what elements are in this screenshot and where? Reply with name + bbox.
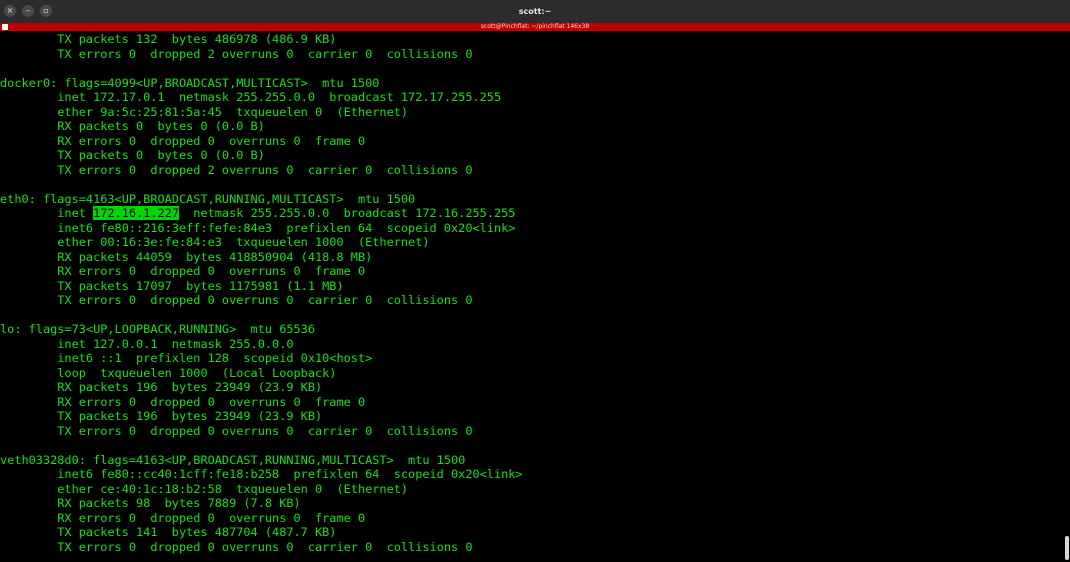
terminal-line: TX errors 0 dropped 2 overruns 0 carrier…: [0, 162, 473, 177]
terminal-line: RX packets 0 bytes 0 (0.0 B): [0, 119, 265, 133]
terminal-line: TX errors 0 dropped 0 overruns 0 carrier…: [0, 423, 473, 438]
terminal-line: loop txqueuelen 1000 (Local Loopback): [0, 365, 337, 380]
terminal-line: inet6 fe80::216:3eff:fefe:84e3 prefixlen…: [0, 220, 516, 235]
title-bar[interactable]: × – ▫ scott:~: [0, 0, 1070, 23]
terminal-line: RX errors 0 dropped 0 overruns 0 frame 0: [0, 510, 366, 525]
terminal-line: lo: flags=73<UP,LOOPBACK,RUNNING> mtu 65…: [0, 322, 315, 336]
terminal-line: TX errors 0 dropped 0 overruns 0 carrier…: [0, 293, 473, 307]
tab-title: scott@Pinchflat: ~/pinchflat 146x38: [480, 23, 590, 30]
terminal-line: RX errors 0 dropped 0 overruns 0 frame 0: [0, 133, 366, 148]
terminal-line: TX packets 0 bytes 0 (0.0 B): [0, 148, 265, 162]
terminal-line: RX errors 0 dropped 0 overruns 0 frame 0: [0, 394, 366, 409]
terminal-line: RX packets 98 bytes 7889 (7.8 KB): [0, 496, 301, 510]
terminal-line: TX packets 17097 bytes 1175981 (1.1 MB): [0, 278, 344, 293]
terminal-line: eth0: flags=4163<UP,BROADCAST,RUNNING,MU…: [0, 191, 416, 206]
terminal-window: × – ▫ scott:~ scott@Pinchflat: ~/pinchfl…: [0, 0, 1070, 562]
terminal-line: TX packets 132 bytes 486978 (486.9 KB): [0, 32, 337, 46]
selected-ip-address[interactable]: 172.16.1.227: [93, 206, 179, 220]
scrollbar[interactable]: [1064, 32, 1070, 562]
terminal-line: RX packets 44059 bytes 418850904 (418.8 …: [0, 249, 373, 264]
terminal-line: ether 9a:5c:25:81:5a:45 txqueuelen 0 (Et…: [0, 104, 409, 119]
terminal-line: inet 172.17.0.1 netmask 255.255.0.0 broa…: [0, 90, 502, 104]
terminal-line: TX packets 196 bytes 23949 (23.9 KB): [0, 409, 323, 423]
window-title: scott:~: [518, 7, 552, 16]
terminal-output[interactable]: TX packets 132 bytes 486978 (486.9 KB) T…: [0, 32, 1062, 562]
tab-bar[interactable]: scott@Pinchflat: ~/pinchflat 146x38: [0, 23, 1070, 31]
terminal-line: RX errors 0 dropped 0 overruns 0 frame 0: [0, 264, 366, 278]
terminal-line: inet6 ::1 prefixlen 128 scopeid 0x10<hos…: [0, 351, 373, 365]
terminal-line: RX packets 196 bytes 23949 (23.9 KB): [0, 380, 323, 394]
terminal-line: docker0: flags=4099<UP,BROADCAST,MULTICA…: [0, 75, 380, 90]
terminal-line: inet6 fe80::cc40:1cff:fe18:b258 prefixle…: [0, 467, 523, 481]
scrollbar-thumb[interactable]: [1065, 536, 1069, 560]
terminal-line: veth03328d0: flags=4163<UP,BROADCAST,RUN…: [0, 452, 466, 467]
terminal-line: inet 127.0.0.1 netmask 255.0.0.0: [0, 336, 294, 351]
terminal-line: ether 00:16:3e:fe:84:e3 txqueuelen 1000 …: [0, 235, 430, 249]
terminal-line: ether ce:40:1c:18:b2:58 txqueuelen 0 (Et…: [0, 481, 409, 496]
terminal-line: TX packets 141 bytes 487704 (487.7 KB): [0, 525, 337, 539]
terminal-line: TX errors 0 dropped 2 overruns 0 carrier…: [0, 46, 473, 61]
terminal-line: TX errors 0 dropped 0 overruns 0 carrier…: [0, 539, 473, 554]
terminal-line: inet 172.16.1.227 netmask 255.255.0.0 br…: [0, 206, 516, 220]
